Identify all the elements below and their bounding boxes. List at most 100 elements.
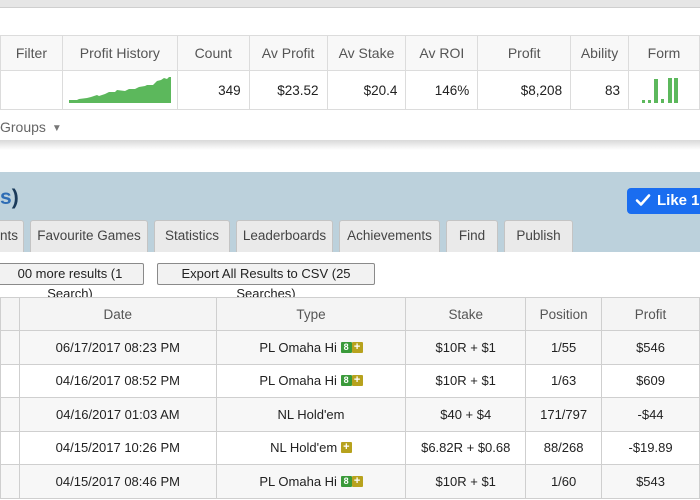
like-label: Like 1: [657, 192, 700, 209]
row-gutter: [0, 430, 20, 465]
table-row[interactable]: 04/15/2017 08:46 PM PL Omaha Hi 8 + $10R …: [0, 464, 700, 499]
export-csv-button[interactable]: Export All Results to CSV (25 Searches): [157, 263, 375, 301]
table-row[interactable]: 04/16/2017 08:52 PM PL Omaha Hi 8 + $10R …: [0, 363, 700, 398]
tab-leaderboards[interactable]: Leaderboards: [236, 220, 333, 252]
plus-icon[interactable]: +: [351, 375, 363, 387]
type-label: NL Hold'em: [270, 440, 338, 456]
tab-favourite-games[interactable]: Favourite Games: [30, 220, 148, 252]
row-date: 04/16/2017 01:03 AM: [18, 397, 217, 432]
tab-achievements[interactable]: Achievements: [339, 220, 440, 252]
results-header-row: Date Type Stake Position Profit: [0, 297, 700, 331]
profit-value: $8,208: [477, 70, 572, 110]
row-stake: $10R + $1: [405, 464, 527, 499]
row-date: 04/15/2017 10:26 PM: [18, 430, 217, 465]
more-results-button[interactable]: 00 more results (1 Search): [0, 263, 144, 301]
type-label: NL Hold'em: [277, 406, 345, 422]
col-av-profit[interactable]: Av Profit: [248, 35, 328, 71]
row-type: NL Hold'em: [215, 397, 407, 432]
av-profit-value: $23.52: [248, 70, 328, 110]
summary-shadow: [0, 140, 700, 150]
col-count[interactable]: Count: [176, 35, 250, 71]
col-form[interactable]: Form: [627, 35, 700, 71]
row-type: NL Hold'em +: [215, 430, 407, 465]
col-profit-history[interactable]: Profit History: [61, 35, 178, 71]
table-row[interactable]: 04/16/2017 01:03 AM NL Hold'em $40 + $4 …: [0, 397, 700, 432]
summary-table: Filter Profit History Count Av Profit Av…: [0, 35, 700, 110]
row-date: 06/17/2017 08:23 PM: [18, 330, 217, 365]
table-row[interactable]: 06/17/2017 08:23 PM PL Omaha Hi 8 + $10R …: [0, 330, 700, 365]
tab-results[interactable]: nts: [0, 220, 24, 252]
row-position: 1/63: [525, 363, 603, 398]
col-stake[interactable]: Stake: [405, 297, 527, 331]
row-position: 88/268: [525, 430, 603, 465]
av-roi-value: 146%: [405, 70, 479, 110]
form-bars: [641, 77, 678, 103]
row-gutter: [0, 397, 20, 432]
profit-history-sparkline: [61, 70, 178, 110]
profit-history-chart: [68, 76, 171, 103]
row-stake: $40 + $4: [405, 397, 527, 432]
row-gutter: [0, 464, 20, 499]
av-stake-value: $20.4: [326, 70, 407, 110]
col-position[interactable]: Position: [525, 297, 603, 331]
summary-top-bar: [0, 0, 700, 8]
type-label: PL Omaha Hi: [259, 339, 337, 355]
filter-cell: [0, 70, 63, 110]
row-type: PL Omaha Hi 8 +: [215, 363, 407, 398]
results-table: Date Type Stake Position Profit 06/17/20…: [0, 297, 700, 499]
col-type[interactable]: Type: [215, 297, 407, 331]
col-profit[interactable]: Profit: [601, 297, 700, 331]
type-label: PL Omaha Hi: [259, 373, 337, 389]
row-profit: -$19.89: [601, 430, 700, 465]
plus-icon[interactable]: +: [351, 341, 363, 353]
row-date: 04/16/2017 08:52 PM: [18, 363, 217, 398]
game-variant-icon: 8: [340, 341, 352, 353]
col-ability[interactable]: Ability: [570, 35, 629, 71]
row-profit: $543: [601, 464, 700, 499]
plus-icon[interactable]: +: [351, 475, 363, 487]
tab-find[interactable]: Find: [446, 220, 498, 252]
tab-statistics[interactable]: Statistics: [154, 220, 230, 252]
game-variant-icon: 8: [340, 475, 352, 487]
row-gutter: [0, 363, 20, 398]
tab-bar: nts Favourite Games Statistics Leaderboa…: [0, 220, 579, 252]
row-date: 04/15/2017 08:46 PM: [18, 464, 217, 499]
row-position: 171/797: [525, 397, 603, 432]
table-row[interactable]: 04/15/2017 10:26 PM NL Hold'em + $6.82R …: [0, 430, 700, 465]
row-stake: $10R + $1: [405, 330, 527, 365]
count-value: 349: [176, 70, 250, 110]
col-av-stake[interactable]: Av Stake: [326, 35, 407, 71]
groups-dropdown[interactable]: Groups ▼: [0, 119, 62, 137]
summary-panel: Filter Profit History Count Av Profit Av…: [0, 0, 700, 150]
type-label: PL Omaha Hi: [259, 473, 337, 489]
row-gutter: [0, 330, 20, 365]
game-variant-icon: 8: [340, 375, 352, 387]
like-button[interactable]: Like 1: [627, 188, 700, 214]
summary-header-row: Filter Profit History Count Av Profit Av…: [0, 35, 700, 71]
summary-data-row: 349 $23.52 $20.4 146% $8,208 83: [0, 70, 700, 110]
row-stake: $10R + $1: [405, 363, 527, 398]
row-position: 1/60: [525, 464, 603, 499]
groups-label: Groups: [0, 119, 46, 135]
col-blank: [0, 297, 20, 331]
plus-icon[interactable]: +: [340, 442, 352, 454]
col-date[interactable]: Date: [18, 297, 217, 331]
section-title: s): [0, 186, 19, 210]
row-stake: $6.82R + $0.68: [405, 430, 527, 465]
row-profit: $546: [601, 330, 700, 365]
section-title-paren: ): [11, 186, 19, 209]
actions-row: 00 more results (1 Search) Export All Re…: [0, 252, 700, 301]
col-profit[interactable]: Profit: [477, 35, 572, 71]
section-title-link[interactable]: s: [0, 186, 12, 209]
row-profit: $609: [601, 363, 700, 398]
row-type: PL Omaha Hi 8 +: [215, 464, 407, 499]
tab-publish[interactable]: Publish: [504, 220, 573, 252]
col-filter[interactable]: Filter: [0, 35, 63, 71]
col-av-roi[interactable]: Av ROI: [405, 35, 479, 71]
row-profit: -$44: [601, 397, 700, 432]
row-type: PL Omaha Hi 8 +: [215, 330, 407, 365]
row-position: 1/55: [525, 330, 603, 365]
ability-value: 83: [570, 70, 629, 110]
chevron-down-icon: ▼: [51, 123, 62, 134]
checkmark-icon: [635, 194, 651, 206]
